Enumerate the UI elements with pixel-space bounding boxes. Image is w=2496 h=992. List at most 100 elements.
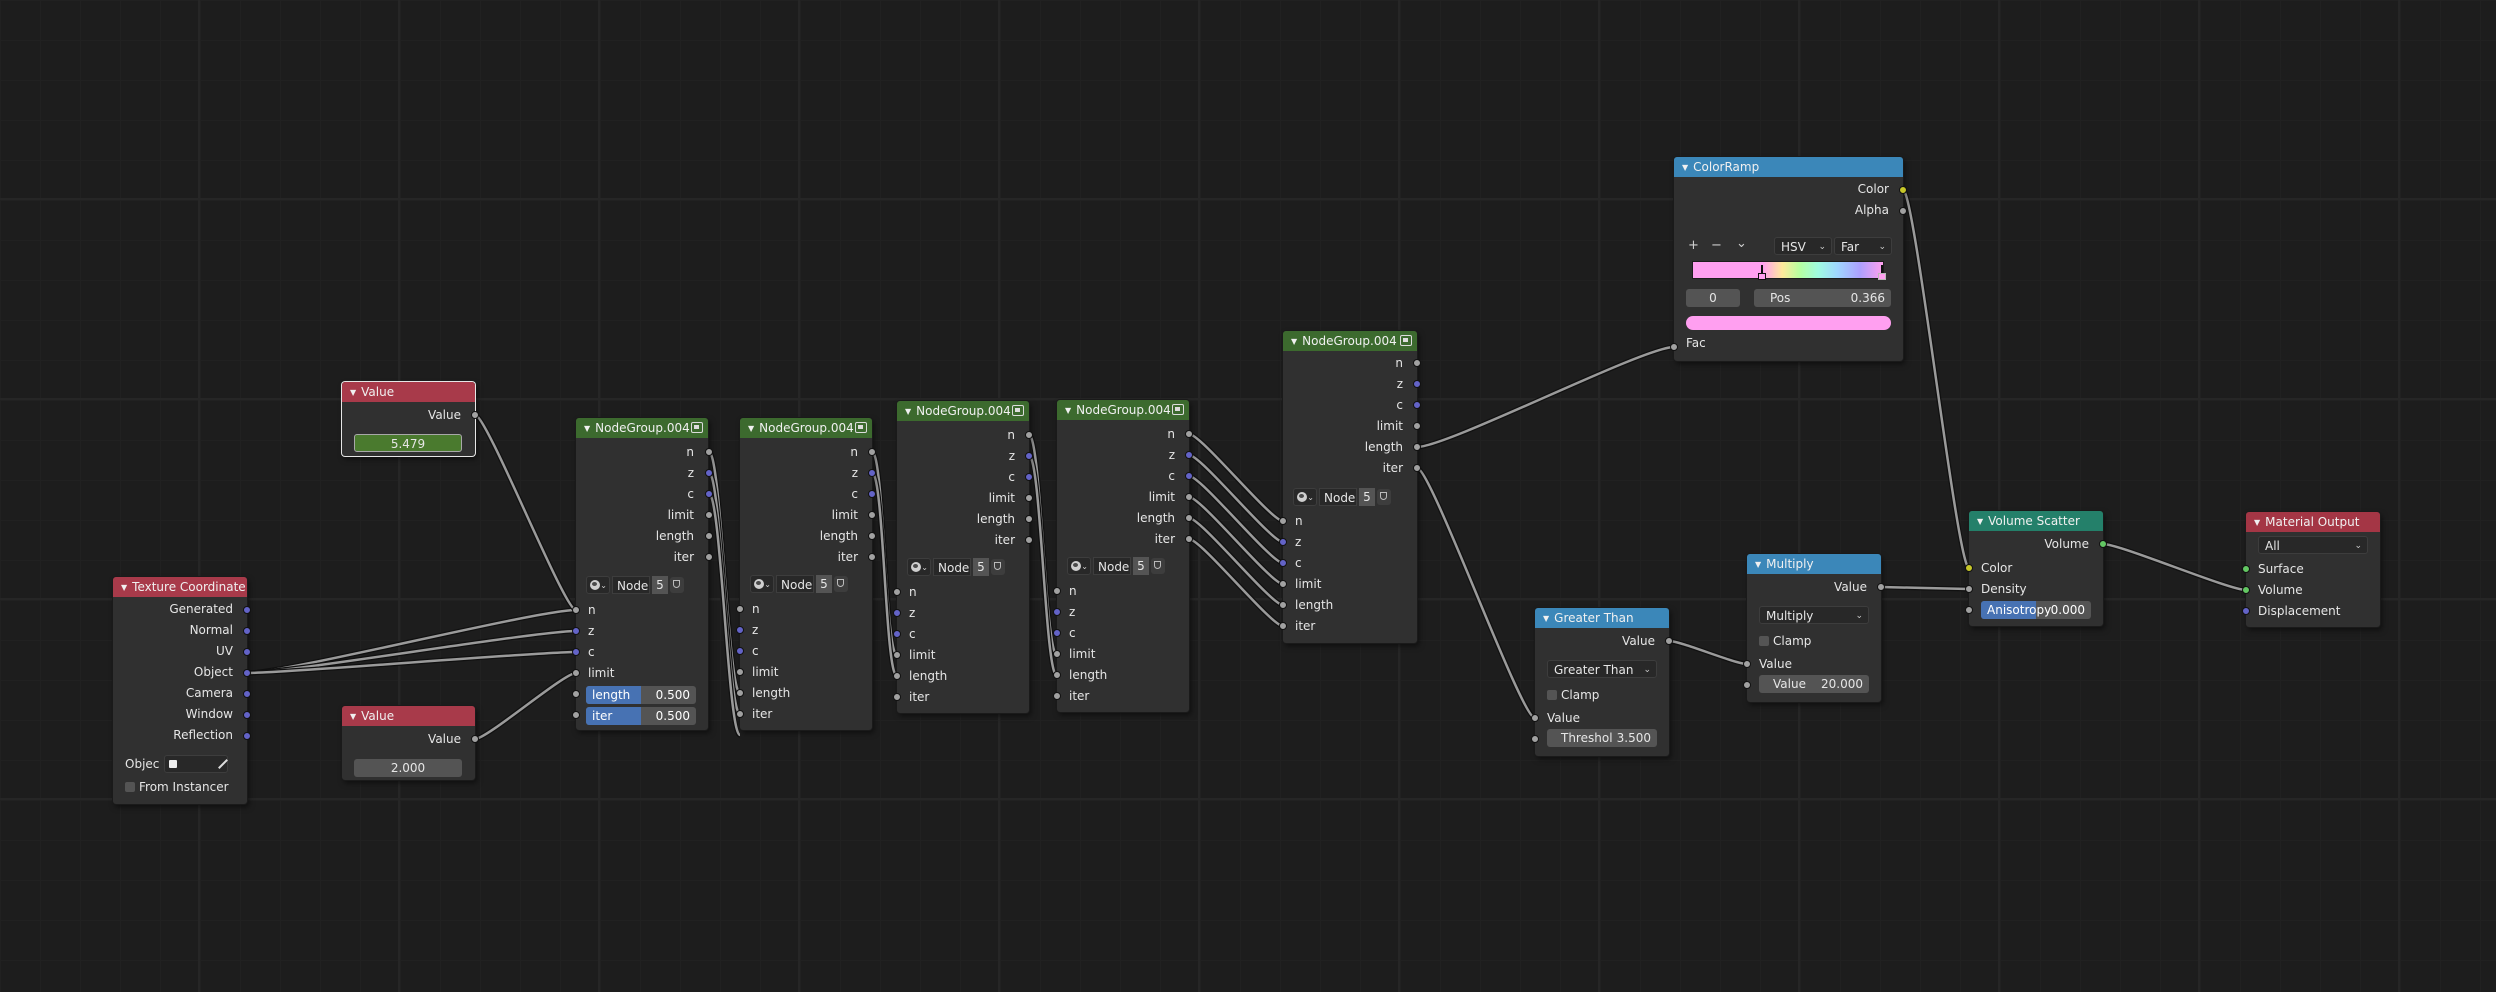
group-datablock-row[interactable]: ⌄ Node 5: [1067, 557, 1167, 575]
group-output-socket[interactable]: [705, 448, 713, 456]
node-group-icon[interactable]: [1172, 404, 1184, 415]
node-group-icon[interactable]: [855, 422, 867, 433]
group-output-socket[interactable]: [1413, 443, 1421, 451]
collapse-triangle-icon[interactable]: ▼: [350, 388, 356, 397]
group-output-socket[interactable]: [868, 511, 876, 519]
value-output-socket[interactable]: [1877, 583, 1885, 591]
user-count[interactable]: 5: [816, 575, 832, 593]
fac-input-socket[interactable]: [1670, 343, 1678, 351]
collapse-triangle-icon[interactable]: ▼: [1291, 337, 1297, 346]
collapse-triangle-icon[interactable]: ▼: [905, 407, 911, 416]
texture-coordinate-output-socket[interactable]: [243, 711, 251, 719]
node-header[interactable]: ▼ Texture Coordinate: [113, 577, 247, 597]
group-name-field[interactable]: Node: [776, 575, 814, 593]
iter-slider[interactable]: iter 0.500: [586, 707, 696, 725]
node-header[interactable]: ▼ Multiply: [1747, 554, 1881, 574]
group-output-socket[interactable]: [1025, 452, 1033, 460]
node-group-icon[interactable]: [691, 422, 703, 433]
node-group-3[interactable]: ▼ NodeGroup.004 n z c limit length iter ⌄…: [897, 401, 1029, 713]
threshold-field[interactable]: Threshol 3.500: [1547, 729, 1657, 747]
fake-user-shield-icon[interactable]: [1151, 558, 1165, 574]
group-name-field[interactable]: Node: [612, 576, 650, 594]
group-output-socket[interactable]: [1185, 451, 1193, 459]
material-output-node[interactable]: ▼ Material Output All ⌄ Surface Volume Dis…: [2246, 512, 2380, 627]
math-operation-dropdown[interactable]: Greater Than ⌄: [1547, 660, 1657, 678]
threshold-input-socket[interactable]: [1531, 735, 1539, 743]
node-link[interactable]: [474, 413, 577, 612]
target-dropdown[interactable]: All ⌄: [2258, 536, 2368, 554]
active-stop-index-field[interactable]: 0: [1686, 289, 1740, 307]
group-output-socket[interactable]: [705, 469, 713, 477]
displacement-input-socket[interactable]: [2242, 607, 2250, 615]
multiply-value-field[interactable]: Value 20.000: [1759, 675, 1869, 693]
value-field[interactable]: 5.479: [354, 434, 462, 452]
user-count[interactable]: 5: [973, 558, 989, 576]
color-mode-dropdown[interactable]: HSV ⌄: [1774, 237, 1832, 255]
texture-coordinate-output-socket[interactable]: [243, 669, 251, 677]
group-input-socket[interactable]: [1279, 622, 1287, 630]
fake-user-shield-icon[interactable]: [834, 576, 848, 592]
alpha-output-socket[interactable]: [1899, 207, 1907, 215]
collapse-triangle-icon[interactable]: ▼: [350, 712, 356, 721]
texture-coordinate-output-socket[interactable]: [243, 732, 251, 740]
group-datablock-row[interactable]: ⌄ Node 5: [586, 576, 686, 594]
density-input-socket[interactable]: [1965, 585, 1973, 593]
group-output-socket[interactable]: [1025, 536, 1033, 544]
group-browse-button[interactable]: ⌄: [586, 576, 610, 594]
node-header[interactable]: ▼ ColorRamp: [1674, 157, 1903, 177]
clamp-checkbox[interactable]: [1759, 636, 1769, 646]
position-field[interactable]: Pos 0.366: [1754, 289, 1891, 307]
group-datablock-row[interactable]: ⌄ Node 5: [750, 575, 850, 593]
group-output-socket[interactable]: [1413, 464, 1421, 472]
clamp-checkbox[interactable]: [1547, 690, 1557, 700]
collapse-triangle-icon[interactable]: ▼: [1682, 163, 1688, 172]
node-header[interactable]: ▼ NodeGroup.004: [897, 401, 1029, 421]
user-count[interactable]: 5: [1133, 557, 1149, 575]
collapse-triangle-icon[interactable]: ▼: [1755, 560, 1761, 569]
group-input-socket[interactable]: [893, 630, 901, 638]
group-output-socket[interactable]: [1025, 431, 1033, 439]
group-input-socket[interactable]: [893, 672, 901, 680]
node-group-2[interactable]: ▼ NodeGroup.004 n z c limit length iter ⌄…: [740, 418, 872, 730]
group-output-socket[interactable]: [1185, 514, 1193, 522]
collapse-triangle-icon[interactable]: ▼: [121, 583, 127, 592]
group-output-socket[interactable]: [868, 469, 876, 477]
group-input-socket[interactable]: [1279, 538, 1287, 546]
group-datablock-row[interactable]: ⌄ Node 5: [1293, 488, 1393, 506]
node-header[interactable]: ▼ NodeGroup.004: [1057, 400, 1189, 420]
group-name-field[interactable]: Node: [1093, 557, 1131, 575]
group-input-socket[interactable]: [572, 711, 580, 719]
node-link[interactable]: [1416, 345, 1675, 449]
remove-stop-button[interactable]: −: [1711, 239, 1722, 253]
group-browse-button[interactable]: ⌄: [1293, 488, 1317, 506]
value-output-socket[interactable]: [1665, 637, 1673, 645]
group-input-socket[interactable]: [893, 609, 901, 617]
group-output-socket[interactable]: [868, 448, 876, 456]
group-input-socket[interactable]: [736, 710, 744, 718]
hue-interpolation-dropdown[interactable]: Far ⌄: [1834, 237, 1892, 255]
user-count[interactable]: 5: [1359, 488, 1375, 506]
color-input-socket[interactable]: [1965, 564, 1973, 572]
node-header[interactable]: ▼ NodeGroup.004: [1283, 331, 1417, 351]
group-output-socket[interactable]: [868, 532, 876, 540]
add-stop-button[interactable]: +: [1688, 239, 1699, 253]
group-output-socket[interactable]: [1185, 535, 1193, 543]
length-slider[interactable]: length 0.500: [586, 686, 696, 704]
node-group-5[interactable]: ▼ NodeGroup.004 n z c limit length iter ⌄…: [1283, 331, 1417, 643]
texture-coordinate-node[interactable]: ▼ Texture Coordinate Generated Normal UV …: [113, 577, 247, 804]
group-output-socket[interactable]: [1413, 380, 1421, 388]
fake-user-shield-icon[interactable]: [670, 577, 684, 593]
node-header[interactable]: ▼ Material Output: [2246, 512, 2380, 532]
group-input-socket[interactable]: [572, 648, 580, 656]
value-node-1[interactable]: ▼ Value Value 5.479: [342, 382, 475, 456]
node-group-icon[interactable]: [1012, 405, 1024, 416]
user-count[interactable]: 5: [652, 576, 668, 594]
color-ramp-node[interactable]: ▼ ColorRamp Color Alpha + − ⌄ HSV ⌄ Far ⌄ 0…: [1674, 157, 1903, 361]
value-input-socket[interactable]: [1743, 660, 1751, 668]
value-node-2[interactable]: ▼ Value Value 2.000: [342, 706, 475, 780]
group-input-socket[interactable]: [736, 647, 744, 655]
group-output-socket[interactable]: [705, 553, 713, 561]
node-link[interactable]: [1668, 639, 1748, 666]
value-field[interactable]: 2.000: [354, 759, 462, 777]
group-input-socket[interactable]: [1053, 587, 1061, 595]
